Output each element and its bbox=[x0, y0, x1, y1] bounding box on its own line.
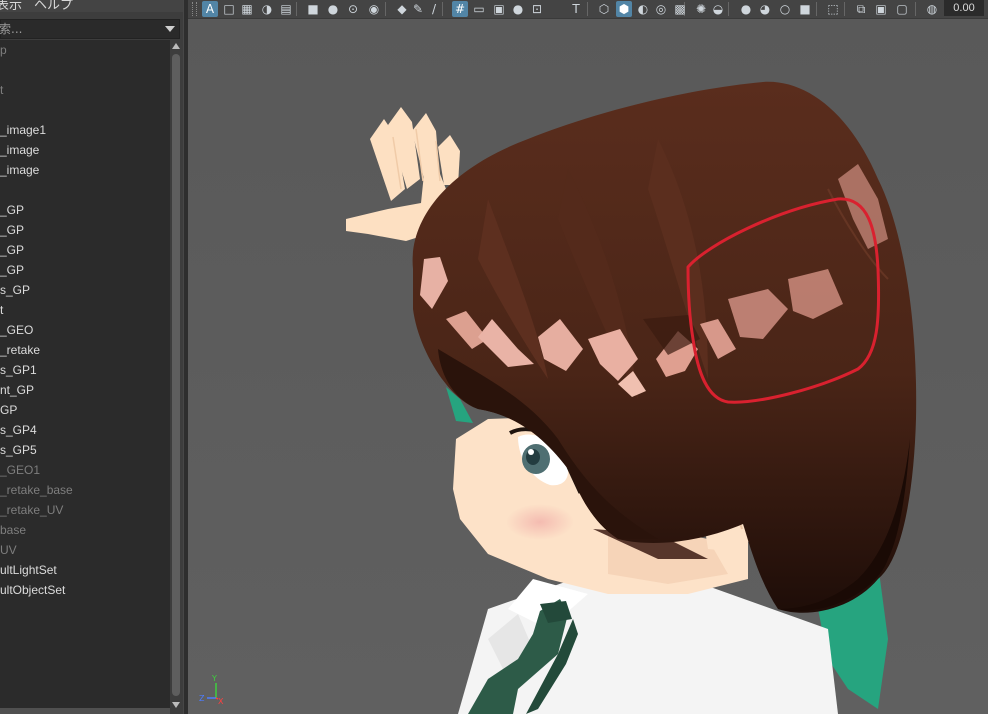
safe-action-icon[interactable]: T bbox=[568, 1, 584, 17]
gate-mask-icon[interactable]: ● bbox=[510, 1, 526, 17]
outliner-item[interactable]: _GP bbox=[0, 240, 24, 260]
outliner-item[interactable]: s_GP1 bbox=[0, 360, 37, 380]
image-plane-icon[interactable]: ◑ bbox=[259, 1, 275, 17]
outliner-item[interactable]: GP bbox=[0, 400, 17, 420]
toolbar-separator bbox=[385, 2, 386, 16]
field-chart-icon[interactable]: ⊡ bbox=[529, 1, 545, 17]
shaded-wireframe-icon[interactable]: ◎ bbox=[653, 1, 669, 17]
grease-pencil-icon[interactable]: ✎ bbox=[410, 1, 426, 17]
outliner-item[interactable]: p bbox=[0, 40, 7, 60]
exposure-value-field[interactable]: 0.00 bbox=[944, 0, 984, 16]
outliner-item[interactable]: ultLightSet bbox=[0, 560, 57, 580]
textured-icon[interactable]: ▩ bbox=[672, 1, 688, 17]
outliner-item[interactable]: _retake_base bbox=[0, 480, 73, 500]
bookmark-flag-icon[interactable]: ◆ bbox=[394, 1, 410, 17]
xray-components-icon[interactable]: ▢ bbox=[894, 1, 910, 17]
xray-icon[interactable]: ⧉ bbox=[853, 1, 869, 17]
camera-attributes-icon[interactable]: □ bbox=[221, 1, 237, 17]
outliner-item[interactable]: _GP bbox=[0, 200, 24, 220]
default-material-icon[interactable]: ◐ bbox=[635, 1, 651, 17]
select-camera-icon[interactable]: A bbox=[202, 1, 218, 17]
outliner-h-scrollbar[interactable] bbox=[0, 708, 170, 714]
toolbar-separator bbox=[728, 2, 729, 16]
menu-help[interactable]: ヘルプ bbox=[34, 0, 73, 13]
outliner-item[interactable]: _image bbox=[0, 140, 39, 160]
view-axis-gizmo: Y Z X bbox=[199, 674, 224, 704]
viewport-toolbar: A □ ▦ ◑ ▤ ■ ● ⊙ ◉ ◆ ✎ / # ▭ ▣ ● ⊡ T ⬡ ⬢ ◐ ◎ ▩ ✺ ◒ ● ◕ ○ ■ ⬚ ⧉ ▣ ▢ ◍ 0.00 bbox=[188, 0, 988, 19]
bookmark-icon[interactable]: ▦ bbox=[239, 1, 255, 17]
menu-display[interactable]: 表示 bbox=[0, 0, 22, 13]
scroll-up-arrow-icon[interactable] bbox=[172, 43, 180, 49]
search-placeholder: 索... bbox=[0, 22, 23, 36]
outliner-item[interactable]: s_GP5 bbox=[0, 440, 37, 460]
outliner-menubar: 表示 ヘルプ bbox=[0, 0, 188, 13]
toolbar-separator bbox=[442, 2, 443, 16]
outliner-item[interactable]: _GEO1 bbox=[0, 460, 40, 480]
viewport-scene bbox=[346, 81, 917, 714]
toolbar-grip-handle[interactable] bbox=[192, 2, 197, 16]
outliner-item[interactable]: UV bbox=[0, 540, 17, 560]
maya-window: 表示 ヘルプ 索... p t _image1 _image _image _GP _GP _… bbox=[0, 0, 988, 714]
axis-label-y: Y bbox=[211, 674, 217, 683]
lock-camera-icon[interactable]: ● bbox=[325, 1, 341, 17]
outliner-item[interactable]: _retake_UV bbox=[0, 500, 63, 520]
wireframe-icon[interactable]: ⬡ bbox=[596, 1, 612, 17]
outliner-item[interactable]: _GP bbox=[0, 220, 24, 240]
smooth-shade-icon[interactable]: ⬢ bbox=[616, 1, 632, 17]
outliner-item[interactable]: _GEO bbox=[0, 320, 33, 340]
outliner-item[interactable]: t bbox=[0, 300, 3, 320]
2d-pan-zoom-icon[interactable]: ▤ bbox=[278, 1, 294, 17]
toolbar-separator bbox=[915, 2, 916, 16]
outliner-item[interactable]: t bbox=[0, 80, 3, 100]
anti-aliasing-icon[interactable]: ○ bbox=[777, 1, 793, 17]
depth-of-field-icon[interactable]: ■ bbox=[797, 1, 813, 17]
camera-attr-icon[interactable]: ⊙ bbox=[345, 1, 361, 17]
scroll-down-arrow-icon[interactable] bbox=[172, 702, 180, 708]
camera-exposure-icon[interactable]: ◍ bbox=[924, 1, 940, 17]
outliner-item[interactable]: ultObjectSet bbox=[0, 580, 65, 600]
ambient-occlusion-icon[interactable]: ● bbox=[738, 1, 754, 17]
outliner-search-field[interactable]: 索... bbox=[0, 19, 180, 39]
film-gate-icon[interactable]: ▭ bbox=[471, 1, 487, 17]
scroll-thumb[interactable] bbox=[172, 54, 180, 696]
axis-label-x: X bbox=[218, 697, 224, 704]
outliner-item[interactable]: s_GP bbox=[0, 280, 30, 300]
outliner-scrollbar[interactable] bbox=[170, 40, 182, 710]
lighting-icon[interactable]: ✺ bbox=[693, 1, 709, 17]
toolbar-separator bbox=[587, 2, 588, 16]
outliner-item[interactable]: nt_GP bbox=[0, 380, 34, 400]
outliner-item[interactable]: base bbox=[0, 520, 26, 540]
outliner-item[interactable]: _retake bbox=[0, 340, 40, 360]
toolbar-separator bbox=[296, 2, 297, 16]
toolbar-separator bbox=[844, 2, 845, 16]
isolate-select-icon[interactable]: ⬚ bbox=[825, 1, 841, 17]
outliner-item[interactable]: _image bbox=[0, 160, 39, 180]
xray-joints-icon[interactable]: ▣ bbox=[873, 1, 889, 17]
outliner-item[interactable]: _image1 bbox=[0, 120, 46, 140]
snapshot-icon[interactable]: ◉ bbox=[366, 1, 382, 17]
outliner-item[interactable]: _GP bbox=[0, 260, 24, 280]
search-dropdown-icon[interactable] bbox=[165, 26, 175, 32]
pencil-icon[interactable]: / bbox=[426, 1, 442, 17]
outliner-list[interactable]: p t _image1 _image _image _GP _GP _GP _GP s_GP t _G… bbox=[0, 40, 170, 710]
3d-viewport[interactable]: Y Z X bbox=[188, 19, 988, 714]
shadows-icon[interactable]: ◒ bbox=[710, 1, 726, 17]
motion-blur-icon[interactable]: ◕ bbox=[757, 1, 773, 17]
outliner-panel: 表示 ヘルプ 索... p t _image1 _image _image _GP _GP _… bbox=[0, 0, 188, 714]
toolbar-separator bbox=[816, 2, 817, 16]
resolution-gate-icon[interactable]: ▣ bbox=[491, 1, 507, 17]
camera-icon[interactable]: ■ bbox=[305, 1, 321, 17]
axis-label-z: Z bbox=[199, 694, 205, 703]
grid-icon[interactable]: # bbox=[452, 1, 468, 17]
outliner-item[interactable]: s_GP4 bbox=[0, 420, 37, 440]
